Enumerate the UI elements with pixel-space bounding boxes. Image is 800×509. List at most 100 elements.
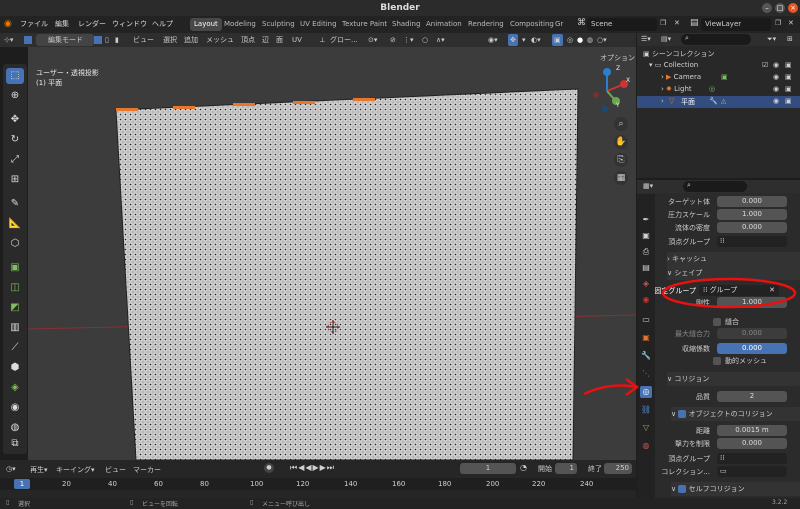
menu-edge[interactable]: 辺	[262, 34, 269, 46]
menu-view[interactable]: ビュー	[133, 34, 154, 46]
xray-icon[interactable]: ▣	[552, 34, 563, 46]
current-frame-field[interactable]: 1	[460, 463, 516, 474]
falloff-icon[interactable]: ∧▾	[436, 34, 445, 46]
display-mode-icon[interactable]: ▤▾	[661, 35, 671, 43]
edge-select-icon[interactable]: ▯	[105, 34, 109, 46]
face-select-icon[interactable]: ▮	[115, 34, 119, 46]
camera-view-icon[interactable]: ⎘	[614, 153, 628, 167]
minimize-icon[interactable]: –	[762, 3, 772, 13]
pan-hand-icon[interactable]: ✋	[614, 135, 628, 149]
cursor-tool-icon[interactable]: ⊕	[6, 88, 24, 104]
collision-vgroup-field[interactable]: ⁞⁞	[717, 453, 787, 464]
tab-sculpting[interactable]: Sculpting	[258, 18, 299, 31]
bevel-tool-icon[interactable]: ◩	[6, 300, 24, 316]
inset-tool-icon[interactable]: ◫	[6, 280, 24, 296]
gizmo-icon[interactable]: ✥	[508, 34, 518, 46]
menu-marker[interactable]: マーカー	[133, 465, 161, 475]
tab-more[interactable]: Gr	[551, 18, 567, 31]
menu-timeline-view[interactable]: ビュー	[105, 465, 126, 475]
close-icon[interactable]: ×	[788, 3, 798, 13]
select-mode-icon[interactable]	[24, 36, 32, 44]
end-frame-field[interactable]: 250	[604, 463, 632, 474]
shading-render-icon[interactable]: ○▾	[597, 34, 607, 46]
tab-modeling[interactable]: Modeling	[220, 18, 260, 31]
shear-tool-icon[interactable]: ⧉	[6, 436, 24, 452]
shading-solid-icon[interactable]: ●	[577, 34, 583, 46]
spin-tool-icon[interactable]: ◈	[6, 380, 24, 396]
snap-target-icon[interactable]: ⋮▾	[403, 34, 414, 46]
max-sewing-field[interactable]: 0.000	[717, 328, 787, 339]
fluid-density-field[interactable]: 0.000	[717, 222, 787, 233]
pressure-vgroup-field[interactable]: ⁞⁞	[717, 236, 787, 247]
extrude-tool-icon[interactable]: ▣	[6, 260, 24, 276]
tab-animation[interactable]: Animation	[422, 18, 466, 31]
render-camera-icon[interactable]: ▣	[785, 85, 792, 93]
tab-uv-editing[interactable]: UV Editing	[296, 18, 341, 31]
transform-tool-icon[interactable]: ⊞	[6, 172, 24, 188]
pivot-icon[interactable]: ⊙▾	[368, 34, 377, 46]
menu-keying[interactable]: キーイング▾	[56, 465, 95, 475]
menu-mesh[interactable]: メッシュ	[206, 34, 234, 46]
snap-icon[interactable]: ⊘	[390, 34, 396, 46]
editor-type-icon[interactable]: ⊹▾	[4, 34, 13, 46]
self-collision-section[interactable]: ∨ セルフコリジョン	[671, 482, 800, 496]
move-tool-icon[interactable]: ✥	[6, 112, 24, 128]
menu-help[interactable]: ヘルプ	[152, 16, 173, 33]
shading-wire-icon[interactable]: ◎	[567, 34, 573, 46]
viewlayer-field[interactable]: ViewLayer	[701, 18, 771, 31]
scene-collection-row[interactable]: ▣ シーンコレクション	[643, 49, 715, 59]
cache-section[interactable]: › キャッシュ	[667, 252, 800, 266]
rotate-tool-icon[interactable]: ↻	[6, 132, 24, 148]
menu-select[interactable]: 選択	[163, 34, 177, 46]
measure-tool-icon[interactable]: 📐	[6, 216, 24, 232]
playback-controls[interactable]: ⏮◀◀▶▶⏭	[290, 463, 335, 473]
polybuild-tool-icon[interactable]: ⬢	[6, 360, 24, 376]
viewport-canvas[interactable]	[28, 47, 636, 460]
tab-layout[interactable]: Layout	[190, 18, 222, 31]
collection-row[interactable]: ▾ ▭ Collection ☑ ◉ ▣	[649, 61, 797, 69]
delete-viewlayer-icon[interactable]: ✕	[788, 19, 794, 27]
menu-face[interactable]: 面	[276, 34, 283, 46]
eye-icon[interactable]: ◉	[773, 73, 779, 81]
sewing-checkbox[interactable]	[713, 318, 721, 326]
outliner-editor-icon[interactable]: ☰▾	[641, 35, 651, 43]
object-collision-checkbox[interactable]	[678, 410, 687, 418]
knife-tool-icon[interactable]: ⟋	[6, 340, 24, 356]
mode-dropdown[interactable]: 編集モード	[36, 34, 94, 46]
blender-logo-icon[interactable]: ◉	[4, 16, 12, 33]
eye-icon[interactable]: ◉	[773, 61, 779, 69]
copy-viewlayer-icon[interactable]: ❐	[775, 19, 781, 27]
plane-row[interactable]: › ▽ 平面 🔧 ◬ ◉ ▣	[637, 96, 800, 108]
ortho-grid-icon[interactable]: ▦	[614, 171, 628, 185]
object-collision-section[interactable]: ∨ オブジェクトのコリジョン	[671, 407, 800, 421]
menu-file[interactable]: ファイル	[20, 16, 48, 33]
impulse-field[interactable]: 0.000	[717, 438, 787, 449]
scale-tool-icon[interactable]: ⤢	[6, 152, 24, 168]
render-camera-icon[interactable]: ▣	[785, 97, 792, 105]
camera-row[interactable]: › ▶ Camera ▣ ◉ ▣	[661, 73, 797, 81]
checkbox-icon[interactable]: ☑	[762, 61, 768, 69]
copy-scene-icon[interactable]: ❐	[660, 19, 666, 27]
plane-mesh[interactable]	[115, 88, 579, 460]
render-camera-icon[interactable]: ▣	[785, 73, 792, 81]
constraints-tab-icon[interactable]: ⛓	[640, 404, 652, 416]
quality-field[interactable]: 2	[717, 391, 787, 402]
shrink-field[interactable]: 0.000	[717, 343, 787, 354]
eye-icon[interactable]: ◉	[773, 85, 779, 93]
menu-edit[interactable]: 編集	[55, 16, 69, 33]
visibility-icon[interactable]: ◉▾	[488, 34, 498, 46]
menu-render[interactable]: レンダー	[78, 16, 106, 33]
menu-window[interactable]: ウィンドウ	[112, 16, 147, 33]
tab-rendering[interactable]: Rendering	[464, 18, 508, 31]
record-icon[interactable]: ●	[264, 463, 274, 473]
tab-texture-paint[interactable]: Texture Paint	[338, 18, 391, 31]
filter-icon[interactable]: ⏷▾	[767, 35, 776, 44]
select-box-tool-icon[interactable]: ⬚	[6, 68, 24, 84]
dynamic-mesh-checkbox[interactable]	[713, 357, 721, 365]
timeline-editor-icon[interactable]: ◷▾	[6, 465, 16, 473]
menu-playback[interactable]: 再生▾	[30, 465, 48, 475]
maximize-icon[interactable]: □	[775, 3, 785, 13]
gizmo-dropdown-icon[interactable]: ▾	[522, 34, 526, 46]
outliner-search-input[interactable]: ⌕	[681, 34, 751, 45]
smooth-tool-icon[interactable]: ◉	[6, 400, 24, 416]
